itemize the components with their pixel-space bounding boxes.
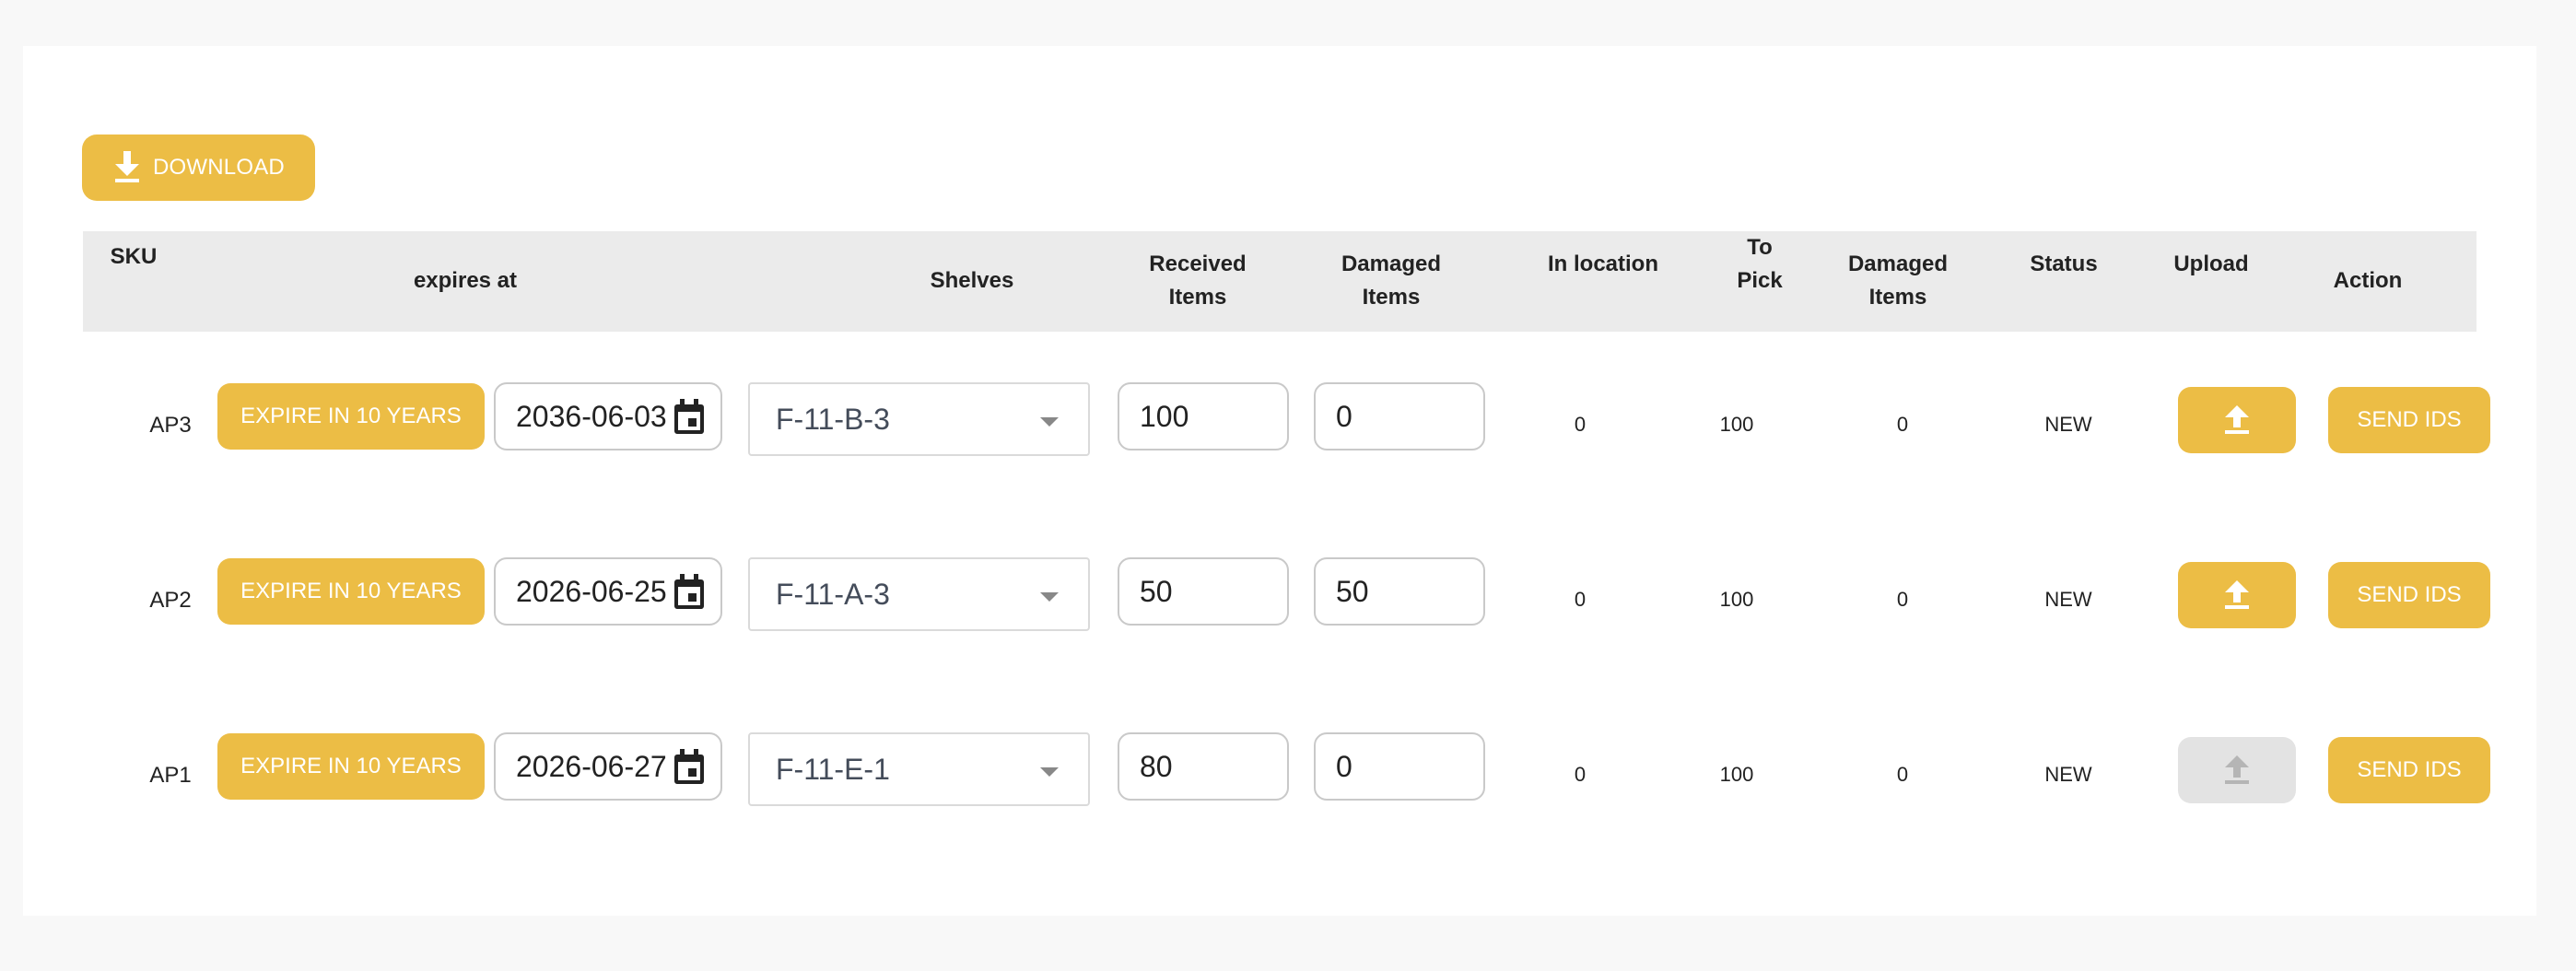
download-icon: [112, 151, 153, 184]
chevron-down-icon: [1040, 592, 1059, 602]
expires-date-input[interactable]: 2026-06-27: [494, 732, 722, 801]
col-in-location: In location: [1548, 252, 1658, 276]
shelves-select[interactable]: F-11-A-3: [748, 557, 1090, 631]
sku-cell: AP3: [149, 413, 192, 438]
shelf-value: F-11-B-3: [776, 402, 890, 436]
download-button[interactable]: DOWNLOAD: [82, 135, 315, 201]
col-expires-at: expires at: [413, 268, 518, 293]
upload-icon: [2223, 579, 2251, 611]
table-header: SKU expires at Shelves Received Items Da…: [83, 231, 2476, 332]
main-card: DOWNLOAD SKU expires at Shelves Received…: [23, 46, 2536, 916]
status-cell: NEW: [2044, 588, 2092, 611]
shelves-select[interactable]: F-11-B-3: [748, 382, 1090, 456]
upload-button[interactable]: [2178, 562, 2296, 628]
col-damaged-items-2: Damaged Items: [1847, 252, 1949, 310]
date-value: 2036-06-03: [516, 399, 667, 433]
received-items-input[interactable]: 80: [1118, 732, 1289, 801]
damaged-items-input[interactable]: 0: [1314, 732, 1485, 801]
expires-date-input[interactable]: 2036-06-03: [494, 382, 722, 450]
expire-10-years-button[interactable]: EXPIRE IN 10 YEARS: [217, 383, 485, 450]
upload-icon: [2223, 404, 2251, 436]
expire-10-years-button[interactable]: EXPIRE IN 10 YEARS: [217, 558, 485, 625]
shelf-value: F-11-E-1: [776, 752, 890, 786]
to-pick-cell: 100: [1719, 413, 1754, 436]
date-value: 2026-06-25: [516, 574, 667, 608]
received-items-input[interactable]: 50: [1118, 557, 1289, 626]
chevron-down-icon: [1040, 767, 1059, 777]
col-shelves: Shelves: [930, 268, 1014, 293]
status-cell: NEW: [2044, 763, 2092, 786]
col-upload: Upload: [2173, 252, 2249, 276]
calendar-icon[interactable]: [673, 749, 706, 793]
date-value: 2026-06-27: [516, 749, 667, 783]
to-pick-cell: 100: [1719, 588, 1754, 611]
download-label: DOWNLOAD: [153, 155, 285, 180]
table-row: AP1 EXPIRE IN 10 YEARS 2026-06-27 F-11-E…: [23, 724, 2536, 835]
calendar-icon[interactable]: [673, 399, 706, 443]
expire-10-years-button[interactable]: EXPIRE IN 10 YEARS: [217, 733, 485, 800]
to-pick-cell: 100: [1719, 763, 1754, 786]
damaged-items-input[interactable]: 50: [1314, 557, 1485, 626]
col-received-items: Received Items: [1149, 252, 1247, 310]
col-damaged-items: Damaged Items: [1341, 252, 1442, 310]
damaged-count-cell: 0: [1896, 588, 1909, 611]
sku-cell: AP1: [149, 763, 192, 788]
upload-icon: [2223, 755, 2251, 786]
shelf-value: F-11-A-3: [776, 577, 890, 611]
send-ids-button[interactable]: SEND IDS: [2328, 387, 2490, 453]
table-row: AP3 EXPIRE IN 10 YEARS 2036-06-03 F-11-B…: [23, 374, 2536, 485]
chevron-down-icon: [1040, 417, 1059, 427]
send-ids-button[interactable]: SEND IDS: [2328, 562, 2490, 628]
upload-button-disabled: [2178, 737, 2296, 803]
col-to-pick: To Pick: [1737, 235, 1783, 293]
damaged-count-cell: 0: [1896, 763, 1909, 786]
damaged-count-cell: 0: [1896, 413, 1909, 436]
col-status: Status: [2030, 252, 2098, 276]
expires-date-input[interactable]: 2026-06-25: [494, 557, 722, 626]
received-items-input[interactable]: 100: [1118, 382, 1289, 450]
damaged-items-input[interactable]: 0: [1314, 382, 1485, 450]
shelves-select[interactable]: F-11-E-1: [748, 732, 1090, 806]
col-action: Action: [2333, 268, 2403, 293]
send-ids-button[interactable]: SEND IDS: [2328, 737, 2490, 803]
calendar-icon[interactable]: [673, 574, 706, 618]
in-location-cell: 0: [1574, 413, 1587, 436]
in-location-cell: 0: [1574, 588, 1587, 611]
table-row: AP2 EXPIRE IN 10 YEARS 2026-06-25 F-11-A…: [23, 549, 2536, 660]
col-sku: SKU: [110, 244, 158, 269]
status-cell: NEW: [2044, 413, 2092, 436]
sku-cell: AP2: [149, 588, 192, 613]
in-location-cell: 0: [1574, 763, 1587, 786]
upload-button[interactable]: [2178, 387, 2296, 453]
